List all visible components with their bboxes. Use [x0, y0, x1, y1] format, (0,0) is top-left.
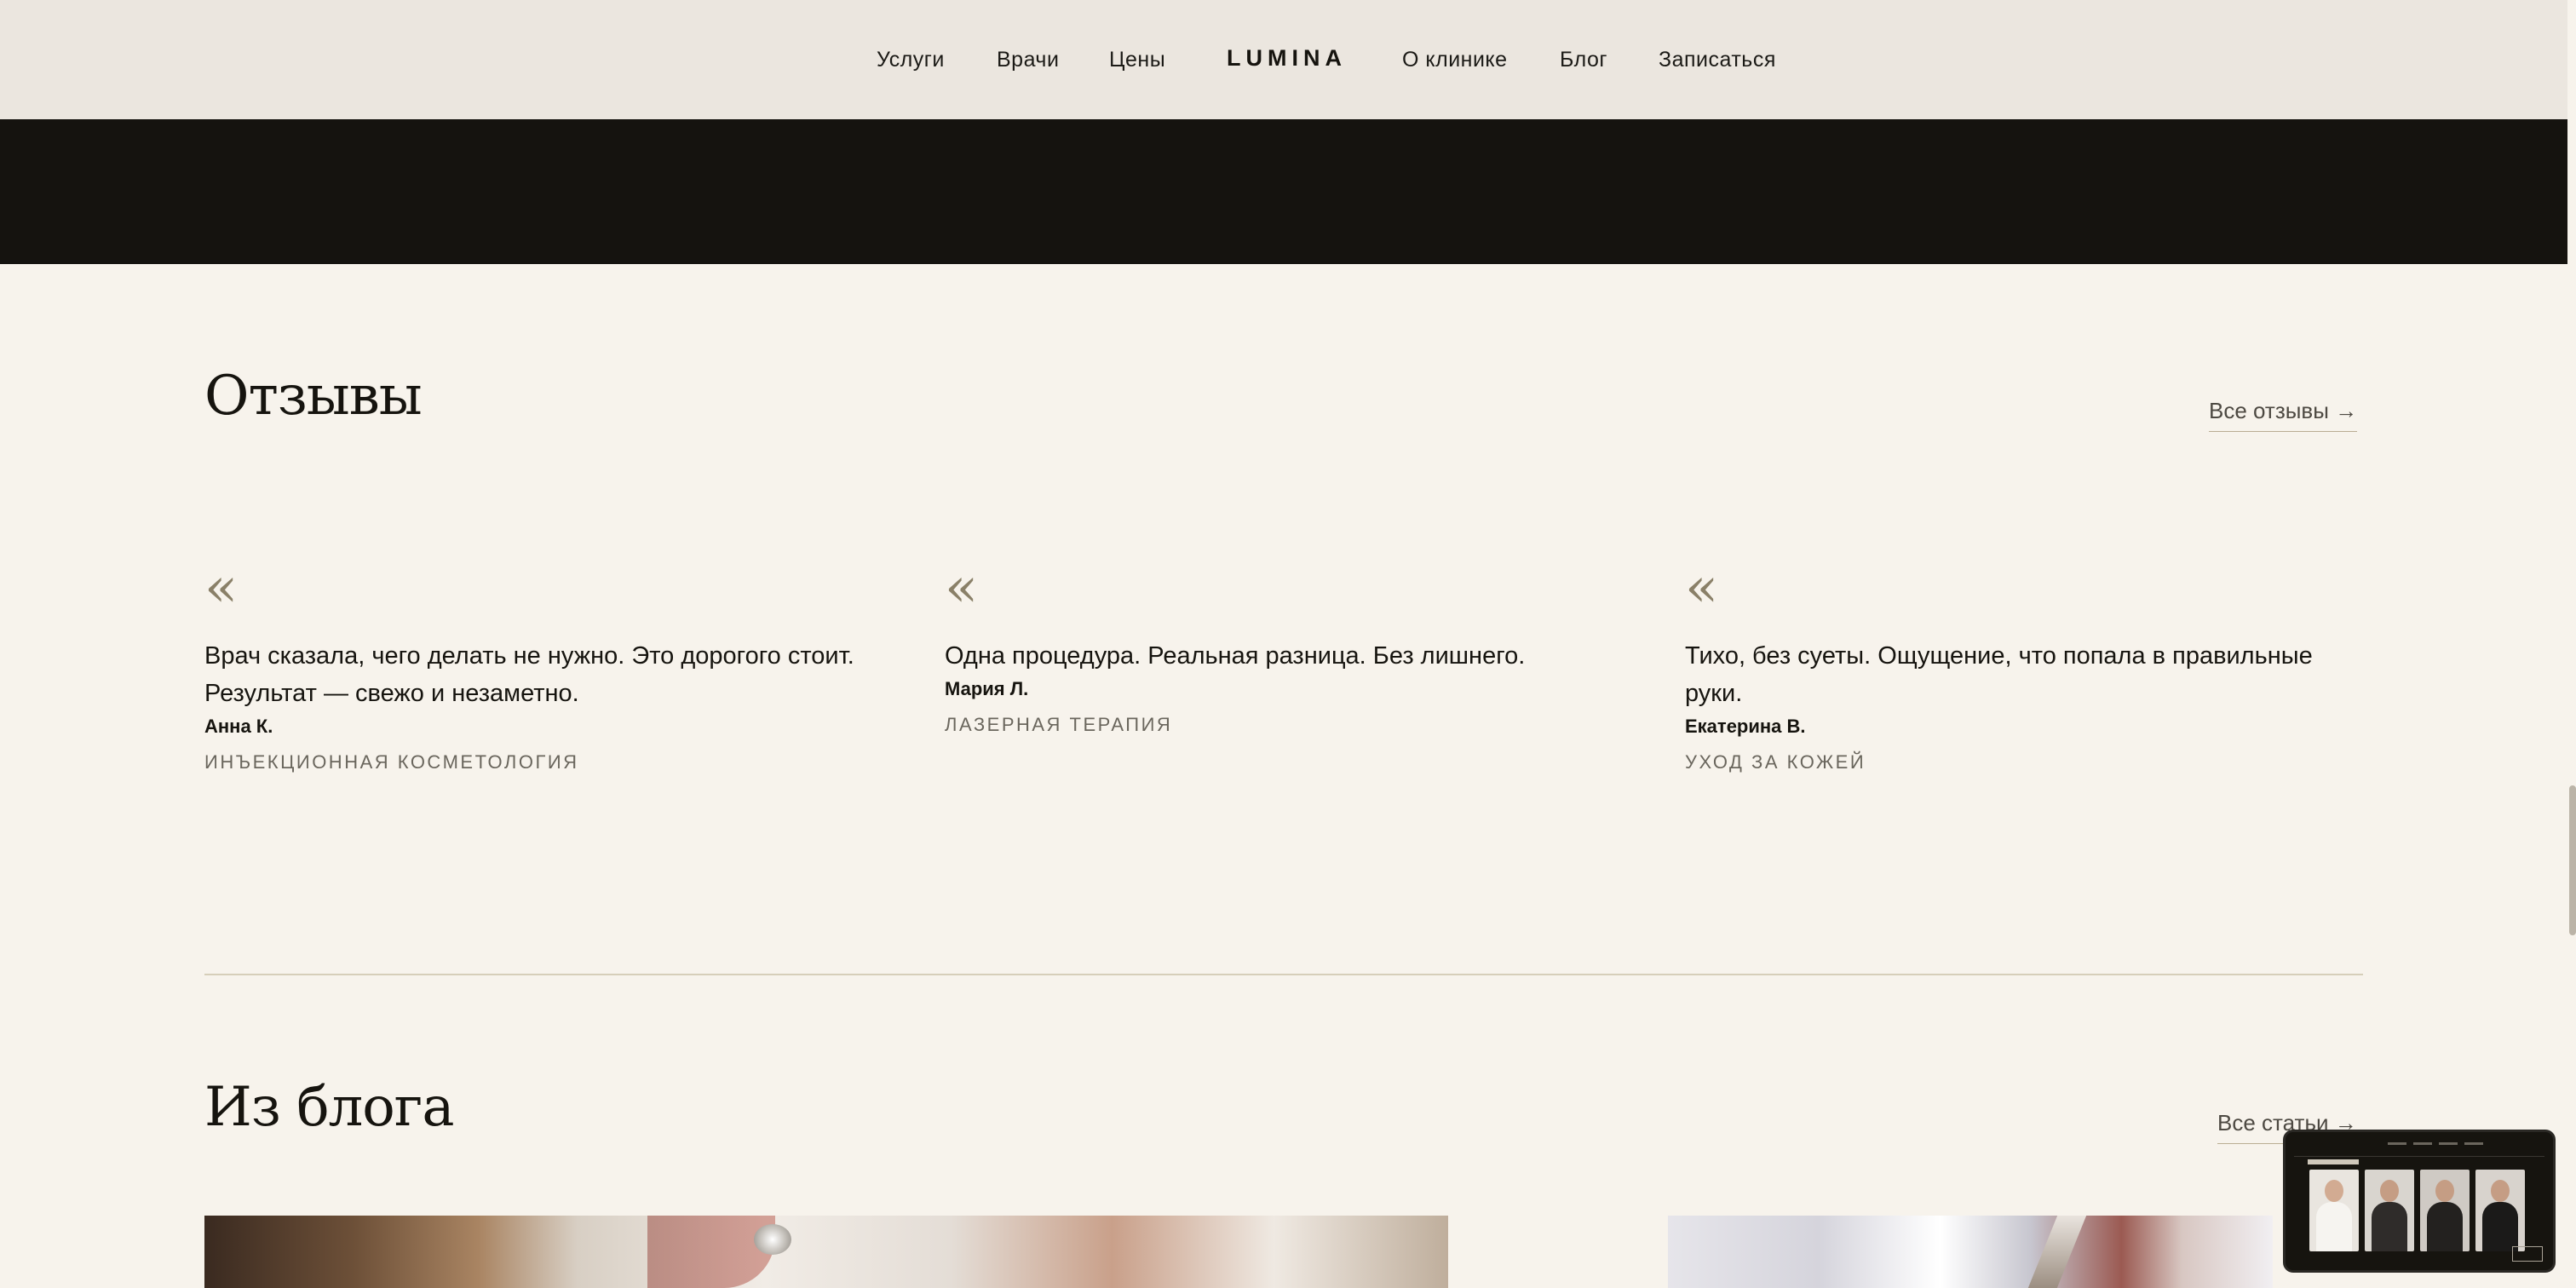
preview-title	[2308, 1159, 2359, 1164]
preview-doctor-photo	[2420, 1170, 2470, 1251]
dark-hero-band	[0, 119, 2567, 264]
scrollbar[interactable]	[2567, 0, 2576, 1288]
nav-link-about[interactable]: О клинике	[1402, 43, 1508, 77]
preview-doctor-photo	[2309, 1170, 2359, 1251]
preview-doctor-photo	[2475, 1170, 2525, 1251]
review-service: ЛАЗЕРНАЯ ТЕРАПИЯ	[945, 714, 1173, 735]
blog-image-detail	[647, 1216, 775, 1288]
reviews-title: Отзывы	[204, 365, 423, 428]
review-card: Врач сказала, чего делать не нужно. Это …	[204, 637, 886, 775]
review-text: Врач сказала, чего делать не нужно. Это …	[204, 642, 854, 707]
scrollbar-thumb[interactable]	[2569, 785, 2576, 935]
quote-icon: «	[945, 556, 979, 619]
preview-nav	[2294, 1137, 2544, 1157]
preview-button	[2512, 1246, 2543, 1262]
quote-icon: «	[1685, 556, 1719, 619]
review-text: Одна процедура. Реальная разница. Без ли…	[945, 642, 1526, 670]
all-reviews-link[interactable]: Все отзывы →	[2209, 395, 2358, 432]
review-author: Мария Л.	[945, 678, 1029, 699]
quote-icon: «	[204, 556, 239, 619]
nav-link-prices[interactable]: Цены	[1109, 43, 1165, 77]
blog-card-image[interactable]	[1668, 1216, 2273, 1288]
site-header: Услуги Врачи Цены LUMINA О клинике Блог …	[0, 0, 2567, 120]
review-card: Тихо, без суеты. Ощущение, что попала в …	[1685, 637, 2366, 775]
blog-image-detail	[2027, 1216, 2087, 1288]
review-service: ИНЪЕКЦИОННАЯ КОСМЕТОЛОГИЯ	[204, 751, 579, 773]
page-preview-thumbnail[interactable]	[2283, 1130, 2556, 1273]
blog-title: Из блога	[204, 1076, 454, 1139]
review-author: Анна К.	[204, 716, 273, 737]
blog-card-image[interactable]	[204, 1216, 1448, 1288]
review-text: Тихо, без суеты. Ощущение, что попала в …	[1685, 642, 2313, 707]
blog-image-detail	[754, 1224, 791, 1255]
nav-link-book[interactable]: Записаться	[1659, 43, 1776, 77]
nav-link-doctors[interactable]: Врачи	[997, 43, 1059, 77]
preview-doctor-photo	[2365, 1170, 2414, 1251]
nav-link-services[interactable]: Услуги	[877, 43, 945, 77]
site-logo[interactable]: LUMINA	[1227, 41, 1347, 75]
nav-link-blog[interactable]: Блог	[1560, 43, 1607, 77]
review-card: Одна процедура. Реальная разница. Без ли…	[945, 637, 1626, 738]
review-author: Екатерина В.	[1685, 716, 1806, 737]
section-divider	[204, 974, 2363, 975]
review-service: УХОД ЗА КОЖЕЙ	[1685, 751, 1866, 773]
